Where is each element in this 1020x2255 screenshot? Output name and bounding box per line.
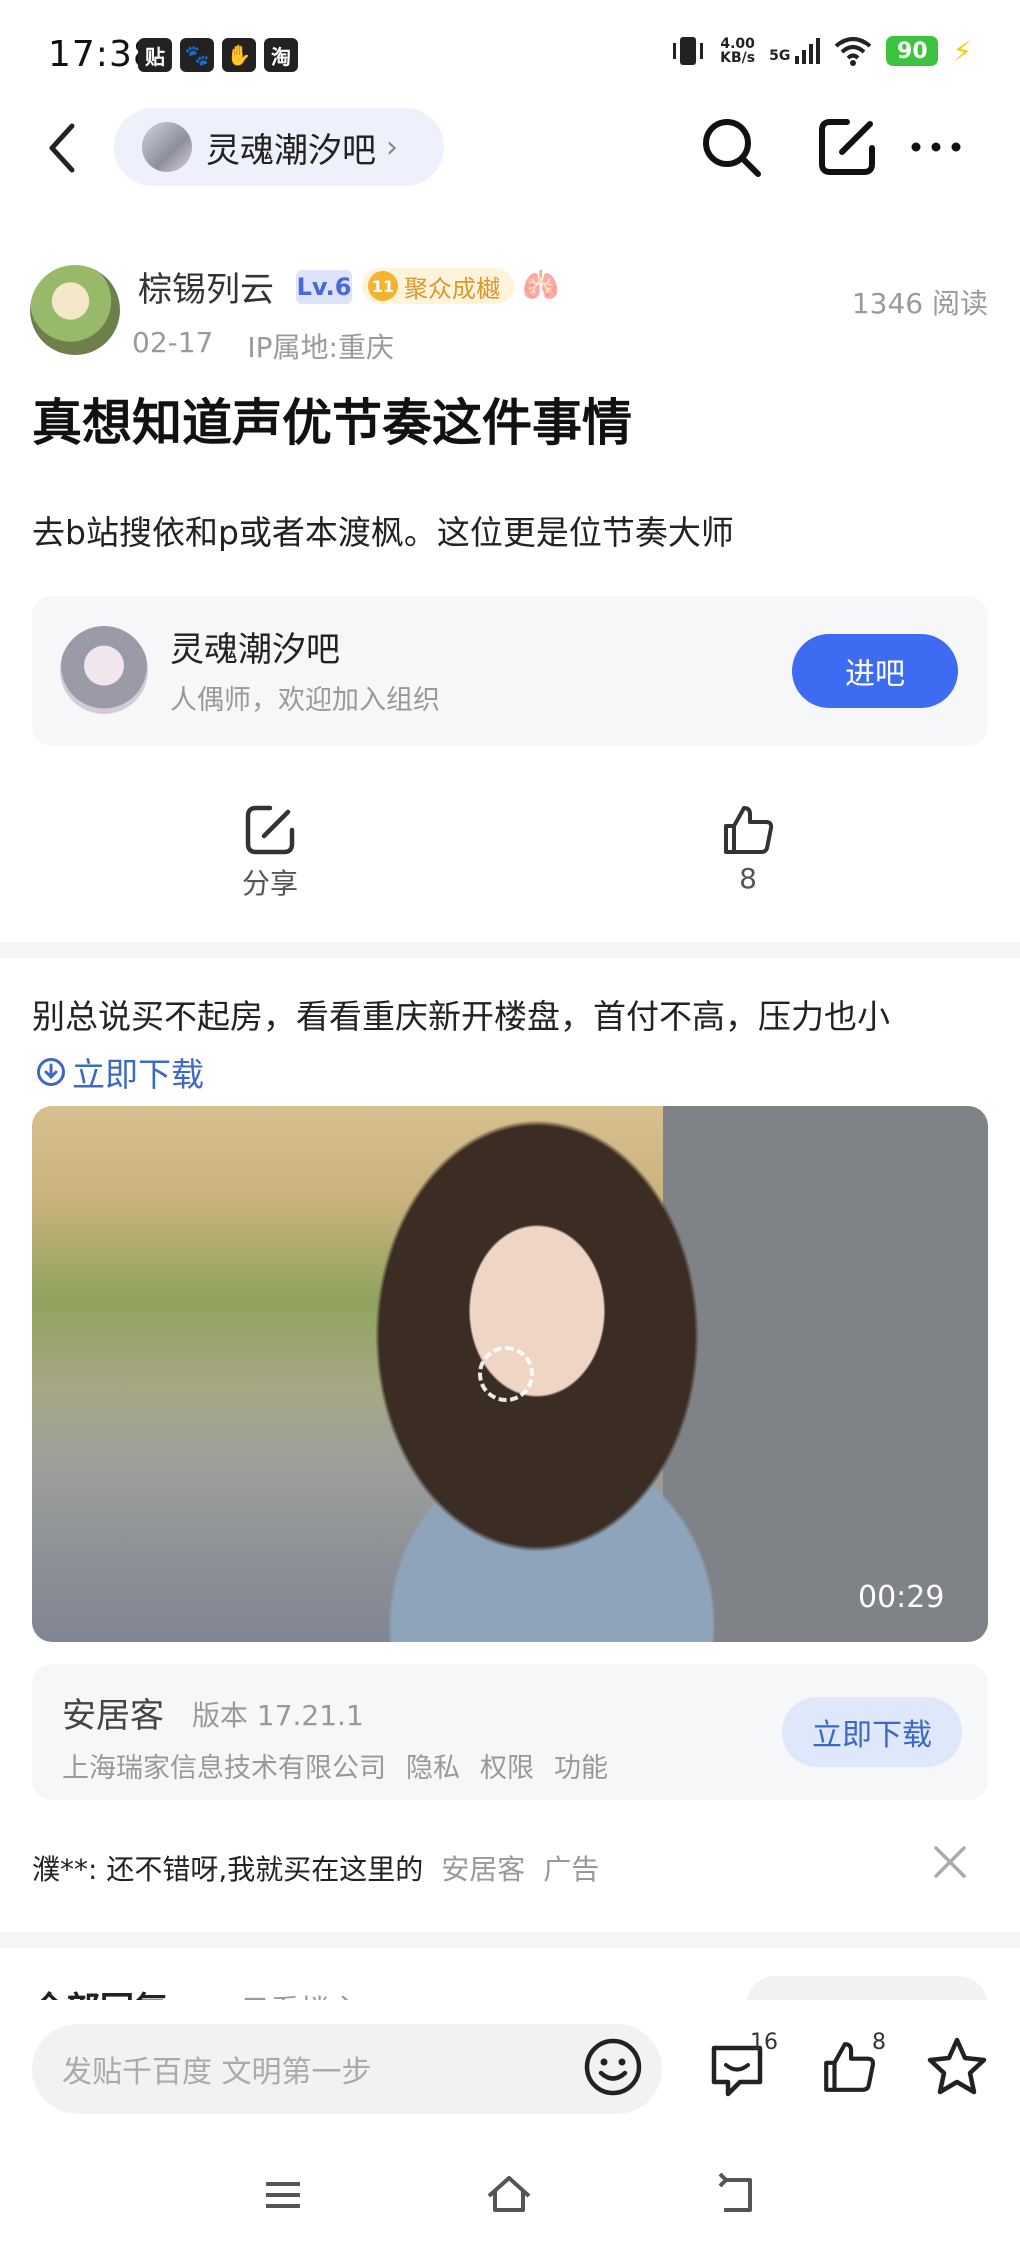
like-action[interactable]: 8: [678, 802, 818, 895]
level-badge: Lv.6: [296, 270, 352, 304]
app-version: 版本 17.21.1: [192, 1699, 364, 1732]
comment-button[interactable]: 16: [706, 2030, 796, 2110]
menu-nav-icon[interactable]: [258, 2170, 308, 2220]
post-title: 真想知道声优节奏这件事情: [32, 394, 632, 452]
share-action[interactable]: 分享: [200, 802, 340, 902]
more-icon[interactable]: [904, 112, 974, 182]
section-divider: [0, 1932, 1020, 1948]
close-icon[interactable]: [930, 1842, 970, 1882]
signal-bars-icon: [795, 38, 821, 64]
star-favorite-icon[interactable]: [924, 2034, 990, 2100]
comment-count: 16: [750, 2030, 778, 2055]
forum-card-avatar: [60, 626, 148, 714]
honor-badge: 11 聚众成樾: [362, 268, 514, 304]
honor-level: 11: [368, 271, 398, 301]
post-body: 去b站搜依和p或者本渡枫。这位更是位节奏大师: [32, 513, 734, 552]
back-nav-icon[interactable]: [712, 2170, 762, 2220]
reply-input[interactable]: 发贴千百度 文明第一步: [32, 2024, 662, 2114]
bottom-like-button[interactable]: 8: [820, 2030, 900, 2110]
author-avatar[interactable]: [30, 265, 120, 355]
thumbs-up-icon: [824, 2042, 876, 2092]
post-meta: 02-17 IP属地:重庆: [132, 326, 394, 366]
forum-entry-pill[interactable]: 灵魂潮汐吧 ›: [114, 108, 444, 186]
privacy-link[interactable]: 隐私: [406, 1746, 460, 1785]
reply-placeholder: 发贴千百度 文明第一步: [62, 2055, 372, 2090]
ad-comment: 濮**: 还不错呀,我就买在这里的 安居客 广告: [32, 1848, 599, 1888]
permissions-link[interactable]: 权限: [480, 1746, 534, 1785]
app-info-links: 上海瑞家信息技术有限公司 隐私 权限 功能: [62, 1746, 608, 1785]
back-arrow-icon[interactable]: [40, 118, 84, 178]
home-nav-icon[interactable]: [484, 2170, 534, 2220]
ad-text[interactable]: 别总说买不起房，看看重庆新开楼盘，首付不高，压力也小: [32, 990, 890, 1038]
wifi-icon: [835, 37, 872, 66]
share-icon[interactable]: [812, 112, 882, 182]
features-link[interactable]: 功能: [554, 1746, 608, 1785]
emoji-icon[interactable]: [582, 2036, 644, 2098]
hand-app-icon: ✋: [222, 38, 256, 72]
share-icon: [245, 805, 295, 855]
app-name: 安居客: [62, 1696, 164, 1736]
video-duration: 00:29: [858, 1580, 945, 1615]
join-forum-button[interactable]: 进吧: [792, 634, 958, 708]
paw-app-icon: 🐾: [180, 38, 214, 72]
ad-comment-text: 濮**: 还不错呀,我就买在这里的: [32, 1853, 424, 1886]
battery-indicator: 90: [886, 36, 939, 66]
honor-label: 聚众成樾: [404, 274, 500, 303]
chevron-right-icon: ›: [386, 129, 398, 165]
vibrate-icon: [673, 37, 704, 65]
loading-spinner-icon: [478, 1346, 534, 1402]
post-ip: IP属地:重庆: [247, 331, 394, 364]
read-count: 1346 阅读: [851, 287, 988, 320]
forum-name: 灵魂潮汐吧: [206, 130, 376, 171]
tieba-app-icon: 贴: [138, 38, 172, 72]
section-divider: [0, 942, 1020, 958]
status-app-icons: 贴 🐾 ✋ 淘: [138, 38, 298, 72]
badge-icon: 🫁: [522, 268, 560, 303]
ad-download-link[interactable]: 立即下载: [36, 1048, 204, 1096]
charging-icon: ⚡: [952, 34, 972, 68]
author-name[interactable]: 棕锡列云: [138, 262, 274, 311]
download-icon: [37, 1058, 65, 1086]
ad-tag: 广告: [543, 1853, 600, 1886]
post-date: 02-17: [132, 326, 214, 359]
forum-card-name: 灵魂潮汐吧: [170, 630, 340, 670]
status-indicators: 4.00 KB/s 5G 90 ⚡: [670, 34, 972, 68]
app-company: 上海瑞家信息技术有限公司: [62, 1753, 386, 1784]
ad-source: 安居客: [441, 1853, 526, 1886]
bottom-like-count: 8: [872, 2030, 886, 2055]
like-count: 8: [739, 862, 757, 895]
thumbs-up-icon: [724, 806, 774, 854]
forum-avatar: [142, 122, 192, 172]
taobao-app-icon: 淘: [264, 38, 298, 72]
search-icon[interactable]: [696, 112, 766, 182]
app-download-button[interactable]: 立即下载: [782, 1697, 962, 1767]
signal-indicator: 5G: [769, 38, 821, 64]
forum-card-desc: 人偶师，欢迎加入组织: [170, 685, 440, 716]
net-speed: 4.00 KB/s: [720, 36, 756, 66]
share-label: 分享: [241, 867, 298, 900]
